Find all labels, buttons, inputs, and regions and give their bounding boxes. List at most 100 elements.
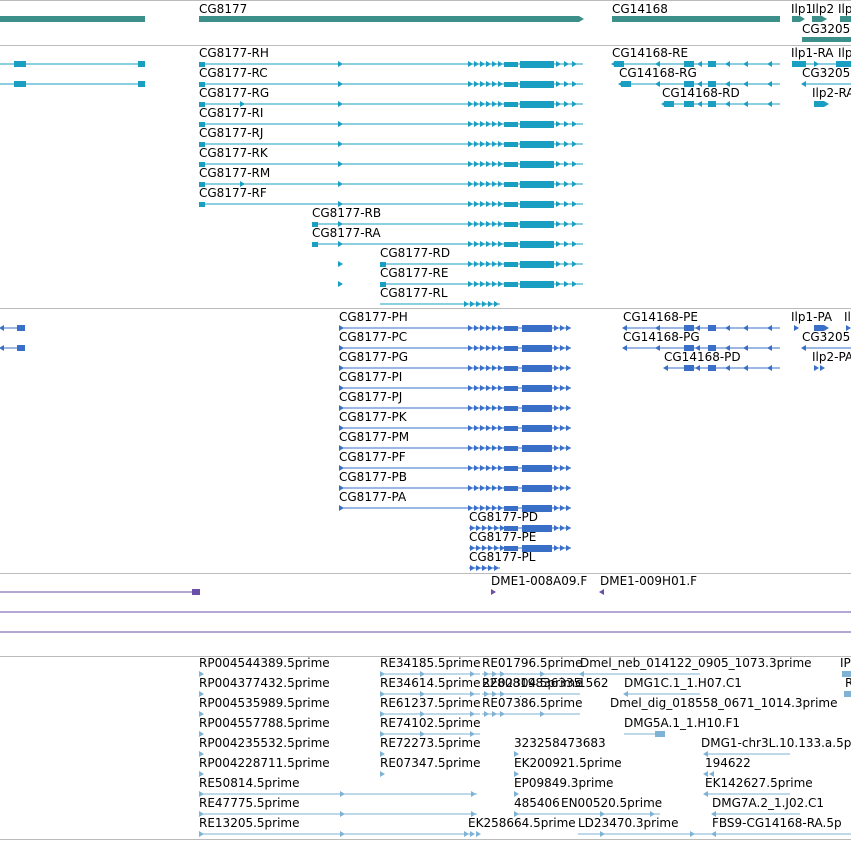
exon-block[interactable] [14,61,26,67]
exon-block[interactable] [520,121,554,128]
exon-block[interactable] [520,181,554,188]
protein-label[interactable]: CG8177-PE [469,530,536,544]
protein-label[interactable]: CG8177-PJ [339,390,402,404]
est-label[interactable]: RE34185.5prime [380,656,481,670]
exon-block[interactable] [522,385,552,392]
protein-label[interactable]: CG8177-PI [339,370,402,384]
gene-label[interactable]: Ilp [838,2,851,16]
feature-label[interactable]: Ilp1-PA [791,310,832,324]
transcript-label[interactable]: CG8177-RA [312,226,381,240]
transcript-label[interactable]: CG8177-RF [199,186,267,200]
protein-label[interactable]: CG8177-PB [339,470,407,484]
feature-tracks[interactable] [0,0,851,841]
exon-block[interactable] [684,365,694,371]
est-label[interactable]: RE34614.5prime [380,676,481,690]
protein-label[interactable]: CG8177-PG [339,350,408,364]
exon-block[interactable] [520,161,554,168]
feature-label[interactable]: EK142627.5prime [705,776,813,790]
exon-block[interactable] [504,346,518,351]
est-label[interactable]: RE72273.5prime [380,736,481,750]
transcript-label[interactable]: CG8177-RL [380,286,448,300]
feature-label[interactable]: EN00520.5prime [561,796,662,810]
feature-label[interactable]: CG14168-RG [619,66,697,80]
exon-block[interactable] [520,221,554,228]
feature-label[interactable]: Ilp2-PA [812,350,851,364]
exon-block[interactable] [708,61,716,67]
protein-label[interactable]: CG8177-PC [339,330,407,344]
exon-block[interactable] [504,182,518,187]
exon-block[interactable] [192,589,200,595]
feature-label[interactable]: CG14168-RD [662,86,740,100]
feature-label[interactable]: Dmel_neb_014122_0905_1073.3prime [580,656,812,670]
transcript-label[interactable]: CG8177-RI [199,106,263,120]
est-label[interactable]: RP004544389.5prime [199,656,330,670]
exon-block[interactable] [504,446,518,451]
exon-block[interactable] [504,202,518,207]
gene-bar[interactable] [0,16,145,22]
exon-block[interactable] [17,325,25,331]
protein-label[interactable]: CG8177-PA [339,490,406,504]
exon-block[interactable] [504,62,518,67]
feature-label[interactable]: R [845,676,851,690]
protein-label[interactable]: CG8177-PH [339,310,408,324]
feature-label[interactable]: 485406 [514,796,560,810]
exon-block[interactable] [522,485,552,492]
feature-label[interactable]: EP09849.3prime [514,776,613,790]
exon-block[interactable] [504,406,518,411]
gene-label[interactable]: Ilp2 [812,2,834,16]
genome-browser-view[interactable]: CG8177 CG14168 Ilp1 Ilp2 Ilp CG3205 CG8177-RH C… [0,0,851,841]
exon-block[interactable] [504,282,518,287]
feature-label[interactable]: CG3205 [802,330,850,344]
feature-label[interactable]: EK200921.5prime [514,756,622,770]
protein-label[interactable]: CG8177-PL [469,550,535,564]
exon-block[interactable] [708,365,716,371]
exon-block[interactable] [708,325,716,331]
exon-block[interactable] [522,325,552,332]
exon-block[interactable] [504,466,518,471]
feature-label[interactable]: DMG5A.1_1.H10.F1 [624,716,740,730]
exon-block[interactable] [17,345,25,351]
exon-block[interactable] [520,201,554,208]
exon-block[interactable] [655,731,665,737]
exon-block[interactable] [522,345,552,352]
est-label[interactable]: RP004535989.5prime [199,696,330,710]
exon-block[interactable] [504,102,518,107]
feature-label[interactable]: 2280819836335 [482,676,581,690]
feature-label[interactable]: 323258473683 [514,736,606,750]
transcript-label[interactable]: CG8177-RD [380,246,450,260]
feature-label[interactable]: DMG1-chr3L.10.133.a.5p [701,736,851,750]
feature-label[interactable]: Ilp1-RA [791,46,834,60]
feature-label[interactable]: FBS9-CG14168-RA.5p [712,816,842,830]
protein-label[interactable]: CG8177-PK [339,410,407,424]
exon-block[interactable] [520,261,554,268]
feature-label[interactable]: RE01796.5prime [482,656,583,670]
transcript-label[interactable]: CG8177-RK [199,146,268,160]
gene-label[interactable]: CG14168 [612,2,668,16]
protein-label[interactable]: CG8177-PF [339,450,406,464]
exon-block[interactable] [522,425,552,432]
exon-block[interactable] [684,101,694,107]
clone-label[interactable]: DME1-008A09.F [491,574,587,588]
feature-label[interactable]: Dmel_dig_018558_0671_1014.3prime [610,696,838,710]
feature-label[interactable]: CG14168-PE [623,310,698,324]
exon-block[interactable] [504,326,518,331]
feature-label[interactable]: DMG1C.1_1.H07.C1 [624,676,742,690]
est-label[interactable]: RP004235532.5prime [199,736,330,750]
exon-block[interactable] [504,122,518,127]
transcript-label[interactable]: CG8177-RJ [199,126,263,140]
gene-label[interactable]: CG8177 [199,2,247,16]
feature-label[interactable]: EK258664.5prime [468,816,576,830]
exon-block[interactable] [504,142,518,147]
exon-block[interactable] [520,241,554,248]
est-label[interactable]: RE50814.5prime [199,776,300,790]
exon-block[interactable] [504,242,518,247]
gene-label[interactable]: CG3205 [802,22,850,36]
exon-block[interactable] [844,691,851,697]
feature-label[interactable]: Ilp2-RA [812,86,851,100]
protein-label[interactable]: CG8177-PD [469,510,538,524]
feature-label[interactable]: IP [840,656,851,670]
est-label[interactable]: RE13205.5prime [199,816,300,830]
exon-block[interactable] [504,366,518,371]
feature-label[interactable]: CG14168-PG [623,330,700,344]
exon-block[interactable] [14,81,26,87]
